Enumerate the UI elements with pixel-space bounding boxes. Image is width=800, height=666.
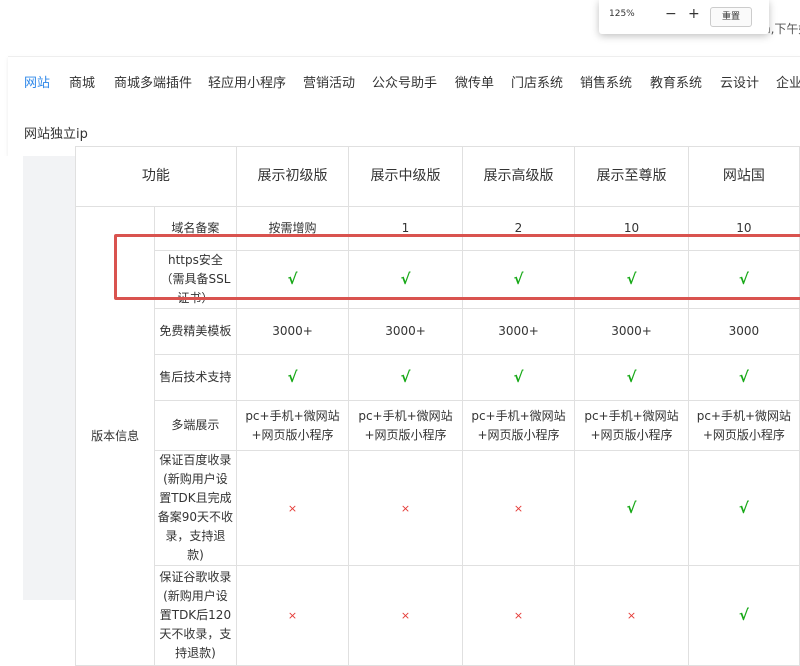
nav-item-micro-flyer[interactable]: 微传单 — [455, 72, 494, 91]
nav-item-store-system[interactable]: 门店系统 — [511, 72, 563, 91]
left-gutter — [0, 156, 23, 600]
check-icon: √ — [574, 354, 689, 401]
value-cell: 2 — [461, 206, 576, 251]
check-icon: √ — [348, 354, 463, 401]
value-cell: pc+手机+微网站+网页版小程序 — [235, 400, 350, 451]
value-cell: 3000+ — [574, 308, 689, 355]
group-label: 版本信息 — [74, 206, 156, 666]
nav-item-enterprise[interactable]: 企业 — [776, 72, 800, 91]
check-icon: √ — [235, 250, 350, 309]
nav-item-mall[interactable]: 商城 — [69, 72, 95, 91]
nav-item-independent-ip[interactable]: 网站独立ip — [24, 123, 88, 142]
table-row: 多端展示 pc+手机+微网站+网页版小程序 pc+手机+微网站+网页版小程序 p… — [76, 400, 800, 451]
column-header: 网站国 — [687, 146, 800, 207]
cross-icon: × — [235, 450, 350, 566]
check-icon: √ — [461, 250, 576, 309]
feature-cell: 售后技术支持 — [154, 354, 237, 401]
table-row: 保证谷歌收录(新购用户设置TDK后120天不收录，支持退款) × × × × √ — [76, 565, 800, 666]
check-icon: √ — [687, 354, 800, 401]
cross-icon: × — [574, 565, 689, 666]
value-cell: pc+手机+微网站+网页版小程序 — [687, 400, 800, 451]
table-row: 保证百度收录(新购用户设置TDK且完成备案90天不收录，支持退款) × × × … — [76, 450, 800, 566]
check-icon: √ — [574, 250, 689, 309]
product-nav: 网站 商城 商城多端插件 轻应用小程序 营销活动 公众号助手 微传单 门店系统 … — [8, 56, 800, 157]
nav-item-mall-plugin[interactable]: 商城多端插件 — [114, 72, 192, 91]
value-cell: 3000 — [687, 308, 800, 355]
cross-icon: × — [461, 450, 576, 566]
value-cell: 3000+ — [235, 308, 350, 355]
cross-icon: × — [235, 565, 350, 666]
column-header: 展示中级版 — [348, 146, 463, 207]
nav-item-cloud-design[interactable]: 云设计 — [720, 72, 759, 91]
zoom-reset-button[interactable]: 重置 — [710, 7, 752, 27]
check-icon: √ — [461, 354, 576, 401]
zoom-out-button[interactable]: − — [665, 6, 677, 22]
cross-icon: × — [348, 565, 463, 666]
value-cell: pc+手机+微网站+网页版小程序 — [574, 400, 689, 451]
value-cell: 10 — [687, 206, 800, 251]
nav-item-mini-program[interactable]: 轻应用小程序 — [208, 72, 286, 91]
value-cell: 按需增购 — [235, 206, 350, 251]
feature-cell: 保证谷歌收录(新购用户设置TDK后120天不收录，支持退款) — [154, 565, 237, 666]
cross-icon: × — [348, 450, 463, 566]
table-row: 版本信息 域名备案 按需增购 1 2 10 10 — [74, 206, 800, 666]
check-icon: √ — [235, 354, 350, 401]
column-header: 展示初级版 — [235, 146, 350, 207]
feature-cell: 域名备案 — [154, 206, 237, 251]
check-icon: √ — [687, 250, 800, 309]
zoom-in-button[interactable]: + — [688, 6, 700, 22]
zoom-percent: 125% — [609, 9, 635, 19]
table-row: 售后技术支持 √ √ √ √ √ — [76, 354, 800, 401]
value-cell: 1 — [348, 206, 463, 251]
cross-icon: × — [461, 565, 576, 666]
table-row: 免费精美模板 3000+ 3000+ 3000+ 3000+ 3000 — [76, 308, 800, 355]
check-icon: √ — [348, 250, 463, 309]
value-cell: 10 — [574, 206, 689, 251]
feature-cell: 保证百度收录(新购用户设置TDK且完成备案90天不收录，支持退款) — [154, 450, 237, 566]
version-comparison-table: 功能 展示初级版 展示中级版 展示高级版 展示至尊版 网站国 版本信息 域名备案… — [74, 146, 800, 666]
feature-cell: https安全（需具备SSL证书） — [154, 250, 237, 309]
check-icon: √ — [687, 565, 800, 666]
nav-item-education-system[interactable]: 教育系统 — [650, 72, 702, 91]
nav-item-official-account[interactable]: 公众号助手 — [372, 72, 437, 91]
header-feature-label: 功能 — [75, 146, 237, 207]
check-icon: √ — [574, 450, 689, 566]
value-cell: pc+手机+微网站+网页版小程序 — [461, 400, 576, 451]
check-icon: √ — [687, 450, 800, 566]
column-header: 展示至尊版 — [574, 146, 689, 207]
value-cell: 3000+ — [461, 308, 576, 355]
nav-item-marketing[interactable]: 营销活动 — [303, 72, 355, 91]
value-cell: pc+手机+微网站+网页版小程序 — [348, 400, 463, 451]
feature-cell: 免费精美模板 — [154, 308, 237, 355]
feature-cell: 多端展示 — [154, 400, 237, 451]
nav-item-website[interactable]: 网站 — [24, 72, 50, 91]
value-cell: 3000+ — [348, 308, 463, 355]
column-header: 展示高级版 — [461, 146, 576, 207]
table-row: https安全（需具备SSL证书） √ √ √ √ √ — [76, 250, 800, 309]
nav-item-sales-system[interactable]: 销售系统 — [580, 72, 632, 91]
